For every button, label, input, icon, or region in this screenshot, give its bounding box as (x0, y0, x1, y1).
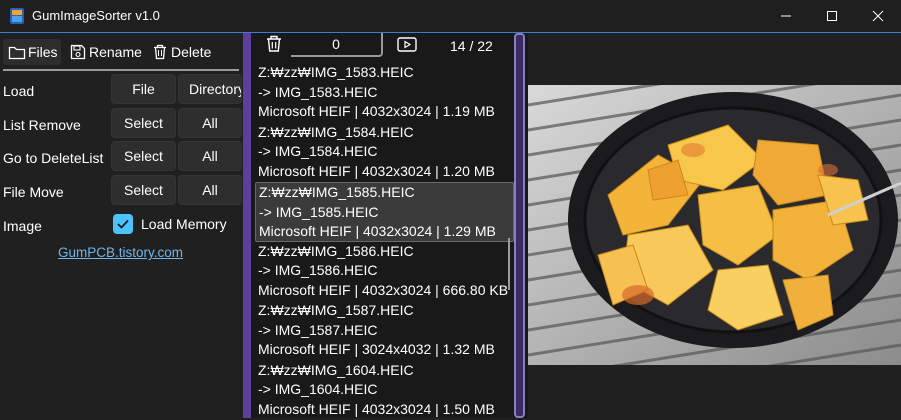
list-remove-select-button[interactable]: Select (111, 108, 176, 138)
website-link[interactable]: GumPCB.tistory.com (58, 245, 183, 260)
folder-icon (8, 44, 26, 60)
file-move-all-button[interactable]: All (178, 175, 242, 205)
delete-count: 0 (291, 33, 383, 57)
slideshow-icon[interactable] (397, 37, 417, 53)
list-item-rename: -> IMG_1585.HEIC (259, 203, 513, 223)
panel-splitter[interactable] (514, 33, 525, 418)
load-memory-checkbox[interactable] (113, 214, 133, 234)
list-item-info: Microsoft HEIF | 4032x3024 | 1.19 MB (258, 102, 514, 122)
list-remove-label: List Remove (3, 117, 81, 133)
minimize-icon (763, 0, 809, 32)
tab-rename-label: Rename (89, 44, 142, 60)
list-item-rename: -> IMG_1584.HEIC (258, 142, 514, 162)
page-counter: 14 / 22 (450, 38, 493, 54)
load-directory-button[interactable]: Directory (178, 74, 242, 104)
preview-panel (528, 33, 901, 418)
maximize-button[interactable] (809, 0, 855, 32)
go-delete-all-button[interactable]: All (178, 141, 242, 171)
load-memory-label: Load Memory (141, 216, 227, 232)
list-item[interactable]: Z:₩zz₩IMG_1587.HEIC-> IMG_1587.HEICMicro… (255, 301, 514, 361)
close-button[interactable] (855, 0, 901, 32)
load-file-button[interactable]: File (111, 74, 176, 104)
title-bar: GumImageSorter v1.0 (0, 0, 901, 32)
list-item-path: Z:₩zz₩IMG_1587.HEIC (258, 301, 514, 321)
checkmark-icon (113, 214, 133, 234)
list-item-rename: -> IMG_1604.HEIC (258, 380, 514, 400)
tab-files[interactable]: Files (3, 39, 61, 65)
list-item-rename: -> IMG_1587.HEIC (258, 321, 514, 341)
control-panel: Files Rename Delete Load File Directory … (0, 33, 243, 418)
toolbar-divider (3, 69, 239, 71)
list-item-path: Z:₩zz₩IMG_1583.HEIC (258, 63, 514, 83)
save-icon (69, 44, 87, 60)
list-item[interactable]: Z:₩zz₩IMG_1585.HEIC-> IMG_1585.HEICMicro… (255, 182, 514, 242)
list-header: 0 14 / 22 (243, 33, 528, 61)
file-list-panel: 0 14 / 22 Z:₩zz₩IMG_1583.HEIC-> IMG_1583… (243, 33, 528, 418)
list-item-info: Microsoft HEIF | 4032x3024 | 1.20 MB (258, 162, 514, 182)
go-delete-label: Go to DeleteList (3, 150, 103, 166)
list-item-info: Microsoft HEIF | 3024x4032 | 1.32 MB (258, 340, 514, 360)
tab-rename[interactable]: Rename (69, 39, 142, 65)
list-item[interactable]: Z:₩zz₩IMG_1586.HEIC-> IMG_1586.HEICMicro… (255, 242, 514, 302)
list-remove-all-button[interactable]: All (178, 108, 242, 138)
list-item-path: Z:₩zz₩IMG_1604.HEIC (258, 361, 514, 381)
file-move-label: File Move (3, 184, 64, 200)
image-label: Image (3, 218, 42, 234)
list-scroll-thumb[interactable] (508, 238, 510, 290)
list-item-info: Microsoft HEIF | 4032x3024 | 666.80 KB (258, 281, 514, 301)
file-list: Z:₩zz₩IMG_1583.HEIC-> IMG_1583.HEICMicro… (255, 63, 514, 420)
maximize-icon (809, 0, 855, 32)
delete-list-trash-icon[interactable] (265, 35, 283, 53)
list-item-rename: -> IMG_1583.HEIC (258, 83, 514, 103)
minimize-button[interactable] (763, 0, 809, 32)
trash-icon (151, 44, 169, 60)
list-item-path: Z:₩zz₩IMG_1584.HEIC (258, 123, 514, 143)
go-delete-select-button[interactable]: Select (111, 141, 176, 171)
list-item[interactable]: Z:₩zz₩IMG_1583.HEIC-> IMG_1583.HEICMicro… (255, 63, 514, 123)
tab-delete[interactable]: Delete (151, 39, 211, 65)
list-item-rename: -> IMG_1586.HEIC (258, 261, 514, 281)
close-icon (855, 0, 901, 32)
window-title: GumImageSorter v1.0 (32, 8, 160, 23)
list-item[interactable]: Z:₩zz₩IMG_1584.HEIC-> IMG_1584.HEICMicro… (255, 123, 514, 183)
list-item[interactable]: Z:₩zz₩IMG_1604.HEIC-> IMG_1604.HEICMicro… (255, 361, 514, 420)
app-icon (9, 7, 25, 25)
list-item-path: Z:₩zz₩IMG_1585.HEIC (259, 183, 513, 203)
tab-delete-label: Delete (171, 44, 211, 60)
load-label: Load (3, 83, 34, 99)
list-left-bar (243, 33, 251, 418)
list-item-path: Z:₩zz₩IMG_1586.HEIC (258, 242, 514, 262)
file-move-select-button[interactable]: Select (111, 175, 176, 205)
tab-files-label: Files (28, 44, 58, 60)
list-item-info: Microsoft HEIF | 4032x3024 | 1.50 MB (258, 400, 514, 420)
image-preview (528, 85, 901, 365)
list-item-info: Microsoft HEIF | 4032x3024 | 1.29 MB (259, 222, 513, 242)
